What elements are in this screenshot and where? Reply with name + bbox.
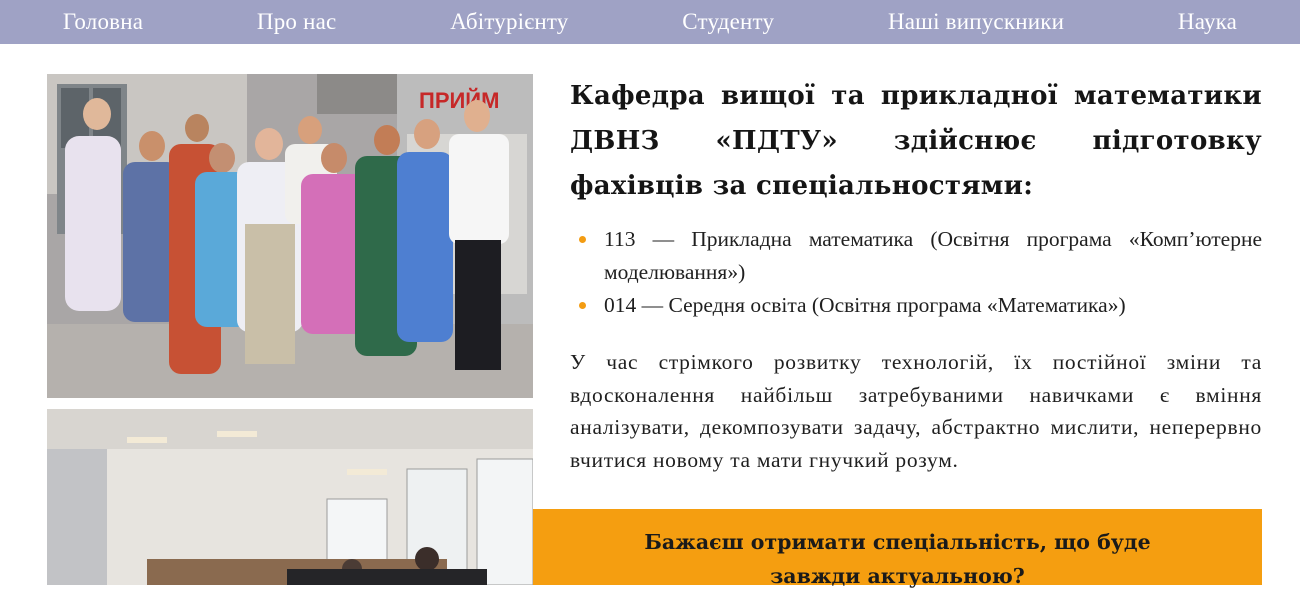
classroom-photo-image (47, 409, 533, 585)
page-heading: Кафедра вищої та прикладної математики Д… (570, 81, 1262, 201)
nav-item-science[interactable]: Наука (1178, 9, 1237, 35)
group-photo-image: ПРИЙМ (47, 74, 533, 398)
nav-item-graduates[interactable]: Наші випускники (888, 9, 1064, 35)
program-item: 014 — Середня освіта (Освітня програма «… (570, 289, 1262, 322)
intro-paragraph: У час стрімкого розвитку технологій, їх … (570, 350, 1262, 472)
nav-item-about[interactable]: Про нас (257, 9, 337, 35)
classroom-photo (47, 409, 533, 585)
group-photo: ПРИЙМ (47, 74, 533, 398)
cta-text: Бажаєш отримати спеціальність, що буде з… (644, 530, 1151, 588)
nav-item-students[interactable]: Студенту (682, 9, 774, 35)
programs-list: 113 — Прикладна математика (Освітня прог… (570, 223, 1262, 322)
main-content: Кафедра вищої та прикладної математики Д… (570, 74, 1262, 476)
main-nav: Головна Про нас Абітурієнту Студенту Наш… (0, 0, 1300, 44)
nav-item-applicants[interactable]: Абітурієнту (450, 9, 568, 35)
cta-banner[interactable]: Бажаєш отримати спеціальність, що буде з… (533, 509, 1262, 588)
program-item: 113 — Прикладна математика (Освітня прог… (570, 223, 1262, 289)
nav-item-home[interactable]: Головна (63, 9, 143, 35)
